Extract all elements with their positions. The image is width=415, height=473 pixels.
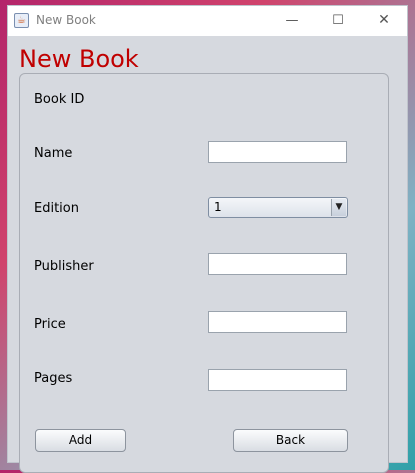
- page-title: New Book: [19, 45, 139, 73]
- name-label: Name: [34, 146, 73, 161]
- java-coffee-icon: ☕: [14, 13, 29, 28]
- title-bar[interactable]: ☕ New Book — ☐ ✕: [8, 6, 407, 35]
- edition-selected-value: 1: [214, 200, 222, 214]
- form-client-area: New Book Book ID Name Edition 1 ▼ Publis…: [8, 36, 407, 473]
- chevron-down-icon[interactable]: ▼: [331, 199, 346, 216]
- name-input[interactable]: [208, 141, 347, 163]
- pages-input[interactable]: [208, 369, 347, 391]
- edition-label: Edition: [34, 201, 79, 216]
- application-window: ☕ New Book — ☐ ✕ New Book Book ID Name E…: [7, 5, 408, 473]
- minimize-button[interactable]: —: [269, 6, 315, 35]
- book-id-label: Book ID: [34, 92, 85, 107]
- price-input[interactable]: [208, 311, 347, 333]
- form-panel: Book ID Name Edition 1 ▼ Publisher Price…: [19, 73, 389, 473]
- publisher-label: Publisher: [34, 259, 94, 274]
- close-button[interactable]: ✕: [361, 6, 407, 35]
- price-label: Price: [34, 317, 66, 332]
- maximize-button[interactable]: ☐: [315, 6, 361, 35]
- add-button[interactable]: Add: [35, 429, 126, 452]
- window-title: New Book: [36, 13, 96, 27]
- back-button[interactable]: Back: [233, 429, 348, 452]
- publisher-input[interactable]: [208, 253, 347, 275]
- pages-label: Pages: [34, 371, 73, 386]
- edition-select[interactable]: 1 ▼: [208, 197, 348, 218]
